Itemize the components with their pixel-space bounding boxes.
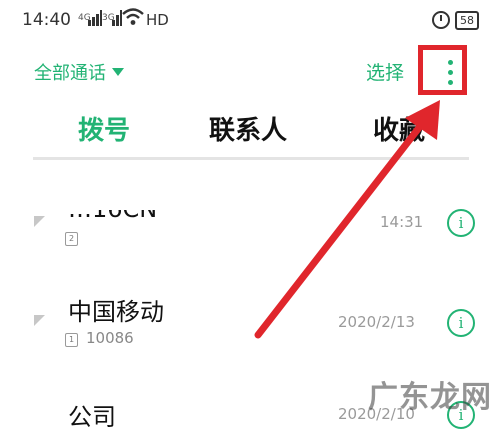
watermark: 广东龙网 (368, 380, 492, 415)
annotation-arrow-icon (254, 100, 440, 339)
